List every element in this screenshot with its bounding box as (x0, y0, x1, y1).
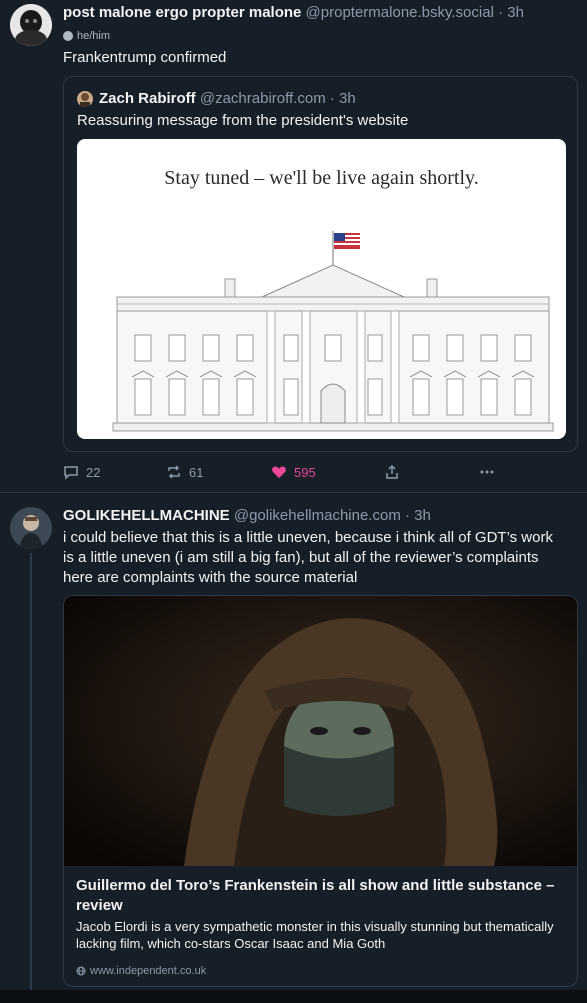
link-domain: www.independent.co.uk (76, 965, 206, 977)
white-house-illustration (112, 231, 554, 432)
link-preview-card[interactable]: Guillermo del Toro’s Frankenstein is all… (63, 595, 578, 987)
quote-avatar (77, 91, 93, 107)
quote-author-name[interactable]: Zach Rabiroff (99, 90, 196, 107)
like-count: 595 (294, 464, 316, 480)
time-separator: · (400, 507, 415, 524)
heart-icon (272, 466, 286, 478)
globe-icon (76, 966, 86, 976)
post-2[interactable]: GOLIKEHELLMACHINE @golikehellmachine.com… (0, 493, 587, 990)
share-button[interactable] (384, 464, 400, 480)
avatar[interactable] (10, 4, 52, 46)
quote-author-handle[interactable]: @zachrabiroff.com (200, 90, 326, 107)
post-time[interactable]: 3h (414, 507, 431, 524)
post-header: GOLIKEHELLMACHINE @golikehellmachine.com… (63, 507, 431, 524)
more-icon (480, 470, 494, 474)
link-description: Jacob Elordi is a very sympathetic monst… (76, 919, 554, 951)
repost-count: 61 (189, 464, 204, 480)
pronouns-text: he/him (77, 30, 111, 42)
post-text: Frankentrump confirmed (63, 49, 227, 66)
time-separator: · (493, 4, 508, 21)
repost-button[interactable]: 61 (166, 464, 203, 480)
quote-time-separator: · (325, 90, 340, 107)
quote-text: Reassuring message from the president's … (77, 112, 409, 129)
post-time[interactable]: 3h (507, 4, 524, 21)
author-handle[interactable]: @proptermalone.bsky.social (306, 4, 494, 21)
quote-time[interactable]: 3h (339, 90, 356, 107)
pronouns-icon (63, 31, 73, 41)
author-name[interactable]: post malone ergo propter malone (63, 4, 301, 21)
reply-button[interactable]: 22 (63, 464, 100, 480)
post-header: post malone ergo propter malone @propter… (63, 4, 524, 21)
like-button[interactable]: 595 (271, 464, 316, 480)
share-icon (386, 464, 398, 479)
quote-header: Zach Rabiroff @zachrabiroff.com · 3h (99, 90, 356, 107)
author-name[interactable]: GOLIKEHELLMACHINE (63, 507, 230, 524)
post-1[interactable]: post malone ergo propter malone @propter… (0, 0, 587, 492)
repost-icon (168, 465, 180, 479)
quoted-post[interactable]: Zach Rabiroff @zachrabiroff.com · 3h Rea… (63, 76, 578, 452)
reply-count: 22 (86, 464, 101, 480)
link-thumbnail (64, 596, 577, 866)
avatar-image (10, 4, 52, 46)
author-handle[interactable]: @golikehellmachine.com (234, 507, 401, 524)
bottom-bar (0, 990, 587, 1003)
pronouns: he/him (63, 30, 110, 42)
quote-image[interactable]: Stay tuned – we'll be live again shortly… (77, 139, 566, 439)
link-domain-text: www.independent.co.uk (90, 965, 207, 977)
post-text: i could believe that this is a little un… (63, 529, 553, 586)
movie-still (64, 596, 577, 866)
avatar-image (10, 507, 52, 549)
reply-icon (64, 466, 78, 480)
thread-line (30, 553, 32, 990)
link-title: Guillermo del Toro’s Frankenstein is all… (76, 877, 555, 914)
avatar[interactable] (10, 507, 52, 549)
more-options-button[interactable] (479, 464, 495, 480)
